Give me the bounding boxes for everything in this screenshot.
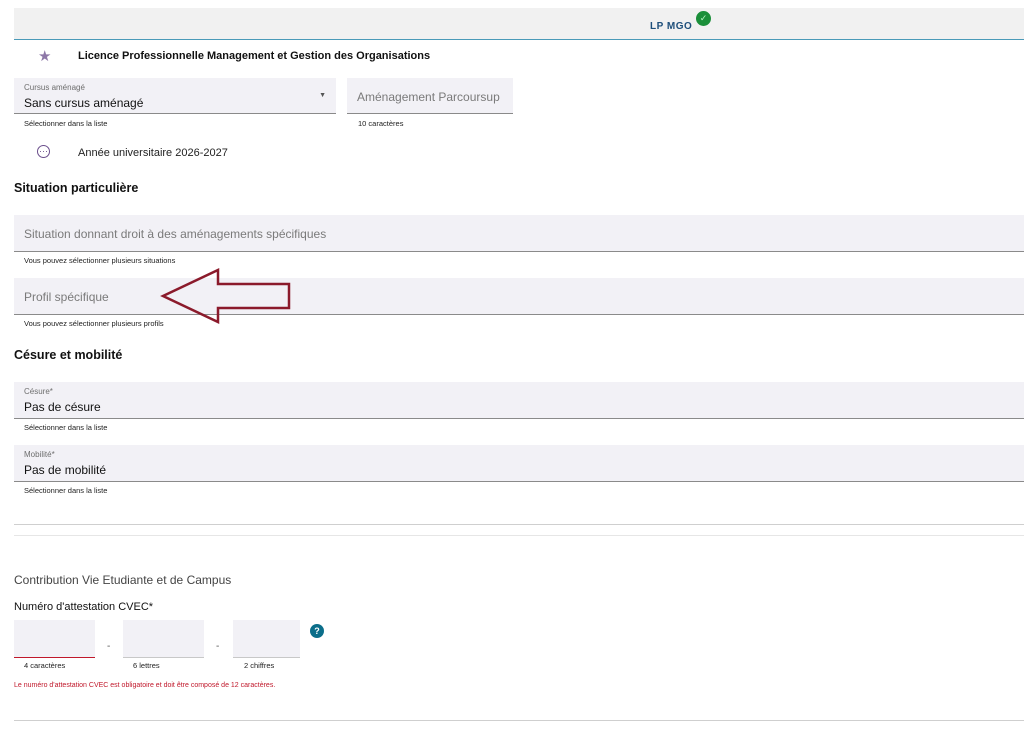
cvec-separator: - [107,641,111,652]
cesure-value: Pas de césure [24,400,101,414]
cesure-label: Césure* [24,387,53,396]
cvec-number-label: Numéro d'attestation CVEC* [14,601,154,613]
tab-bar: LP MGO ✓ [14,8,1024,40]
cvec-part3-hint: 2 chiffres [244,661,275,670]
situation-amenagements-hint: Vous pouvez sélectionner plusieurs situa… [24,256,176,265]
situation-amenagements-select[interactable]: Situation donnant droit à des aménagemen… [14,215,1024,252]
star-icon[interactable]: ★ [38,49,51,64]
section-divider [14,524,1024,525]
cursus-amenage-value: Sans cursus aménagé [24,96,144,110]
cvec-part3-input[interactable] [233,620,300,658]
cvec-error-message: Le numéro d'attestation CVEC est obligat… [14,682,276,689]
mobilite-hint: Sélectionner dans la liste [24,486,108,495]
help-icon[interactable]: ? [310,624,324,638]
chevron-down-icon: ▼ [319,92,326,99]
section-title-cesure-mobilite: Césure et mobilité [14,348,123,362]
mobilite-value: Pas de mobilité [24,463,107,477]
mobilite-label: Mobilité* [24,450,55,459]
section-divider [14,535,1024,536]
profil-specifique-hint: Vous pouvez sélectionner plusieurs profi… [24,319,164,328]
cvec-part2-hint: 6 lettres [133,661,160,670]
left-arrow-annotation [160,268,291,324]
cvec-separator: - [216,641,220,652]
section-title-situation: Situation particulière [14,181,139,195]
cesure-hint: Sélectionner dans la liste [24,423,108,432]
formation-title: Licence Professionnelle Management et Ge… [78,50,431,62]
cursus-amenage-label: Cursus aménagé [24,83,85,92]
annee-universitaire: Année universitaire 2026-2027 [78,147,228,159]
amenagement-parcoursup-placeholder: Aménagement Parcoursup [357,90,500,104]
cursus-amenage-select[interactable]: Cursus aménagé Sans cursus aménagé ▼ [14,78,336,114]
cursus-amenage-hint: Sélectionner dans la liste [24,119,108,128]
check-circle-icon: ✓ [696,11,711,26]
dots-circle-icon: ··· [37,145,50,158]
cvec-part1-hint: 4 caractères [24,661,66,670]
mobilite-select[interactable]: Mobilité* Pas de mobilité [14,445,1024,482]
cvec-section-title: Contribution Vie Etudiante et de Campus [14,573,232,587]
cvec-part2-input[interactable] [123,620,204,658]
amenagement-parcoursup-hint: 10 caractères [358,119,404,128]
situation-amenagements-placeholder: Situation donnant droit à des aménagemen… [24,227,327,241]
cvec-part1-input[interactable] [14,620,95,658]
tab-lp-mgo[interactable]: LP MGO [650,21,692,32]
cesure-select[interactable]: Césure* Pas de césure [14,382,1024,419]
section-divider [14,720,1024,721]
profil-specifique-placeholder: Profil spécifique [24,290,109,304]
amenagement-parcoursup-input[interactable]: Aménagement Parcoursup [347,78,513,114]
